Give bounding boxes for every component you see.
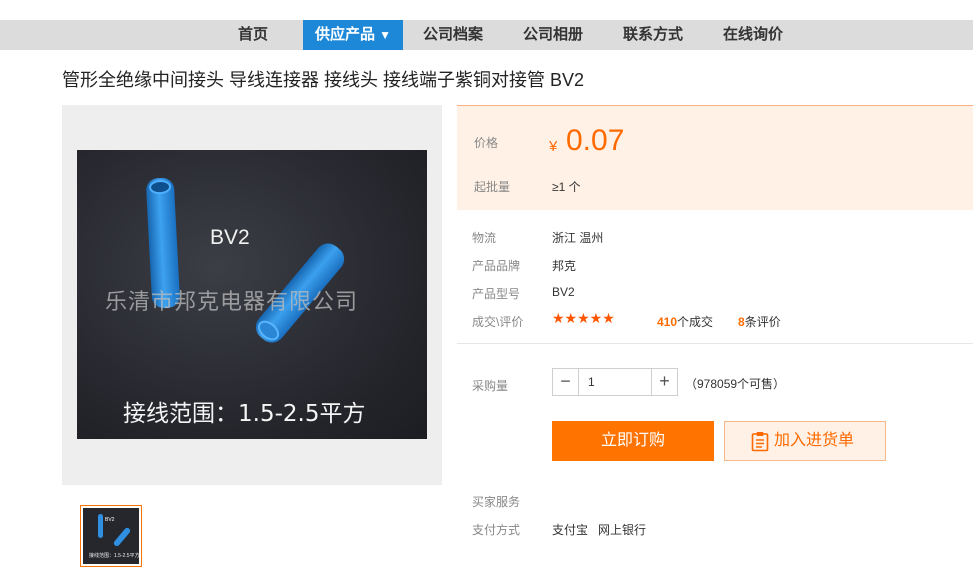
quantity-decrease-button[interactable]: − [553,369,579,395]
add-to-cart-label: 加入进货单 [774,432,855,449]
logistics-value: 浙江 温州 [552,231,604,245]
payment-label: 支付方式 [472,523,521,537]
logistics-label: 物流 [472,231,497,245]
clipboard-icon [751,432,769,452]
brand-value: 邦克 [552,259,577,273]
section-divider [457,343,973,344]
quantity-input[interactable] [580,369,650,395]
nav-home-label: 首页 [237,26,268,43]
nav-home[interactable]: 首页 [222,20,284,50]
buyer-service-label: 买家服务 [472,495,521,509]
nav-inquiry[interactable]: 在线询价 [712,20,794,50]
product-thumbnail[interactable]: BV2 接线范围：1.5-2.5平方 [80,505,142,567]
nav-company-album[interactable]: 公司相册 [512,20,594,50]
deals-suffix: 个成交 [677,315,714,329]
rating-stars-icon: ★★★★★ [552,310,615,326]
nav-contact-label: 联系方式 [622,26,683,43]
nav-products-label: 供应产品 [315,26,376,43]
deals-count-link[interactable]: 410个成交 [657,313,713,330]
available-stock: （978059个可售） [685,377,786,391]
price-panel [457,105,973,210]
moq-label: 起批量 [474,180,511,194]
quantity-increase-button[interactable]: + [651,369,677,395]
model-label: 产品型号 [472,287,521,301]
reviews-count: 8 [738,315,745,329]
nav-products[interactable]: 供应产品 ▼ [303,20,403,50]
brand-label: 产品品牌 [472,259,521,273]
nav-company-album-label: 公司相册 [522,26,583,43]
currency-symbol: ¥ [549,138,558,155]
reviews-count-link[interactable]: 8条评价 [738,313,781,330]
nav-inquiry-label: 在线询价 [722,26,783,43]
deals-reviews-label: 成交\评价 [472,315,524,329]
chevron-down-icon: ▼ [379,28,391,42]
price-label: 价格 [474,136,499,150]
image-range-text: 接线范围：1.5-2.5平方 [123,401,366,427]
quantity-label: 采购量 [472,379,509,393]
reviews-suffix: 条评价 [744,315,781,329]
quantity-stepper: − + [552,368,678,396]
product-title: 管形全绝缘中间接头 导线连接器 接线头 接线端子紫铜对接管 BV2 [62,70,585,90]
deals-count: 410 [657,315,678,329]
payment-methods: 支付宝 网上银行 [552,523,647,537]
image-company-watermark: 乐清市邦克电器有限公司 [105,289,359,314]
moq-value: ≥1 个 [552,180,581,194]
nav-company-profile[interactable]: 公司档案 [412,20,494,50]
add-to-cart-button[interactable]: 加入进货单 [724,421,886,461]
nav-contact[interactable]: 联系方式 [612,20,694,50]
top-nav: 首页 供应产品 ▼ 公司档案 公司相册 联系方式 在线询价 [0,20,973,50]
product-main-image[interactable]: BV2 乐清市邦克电器有限公司 接线范围：1.5-2.5平方 [77,150,427,439]
buy-now-button[interactable]: 立即订购 [552,421,714,461]
price-value: 0.07 [566,124,625,157]
image-model-text: BV2 [210,226,250,249]
model-value: BV2 [552,285,575,299]
nav-company-profile-label: 公司档案 [422,26,483,43]
